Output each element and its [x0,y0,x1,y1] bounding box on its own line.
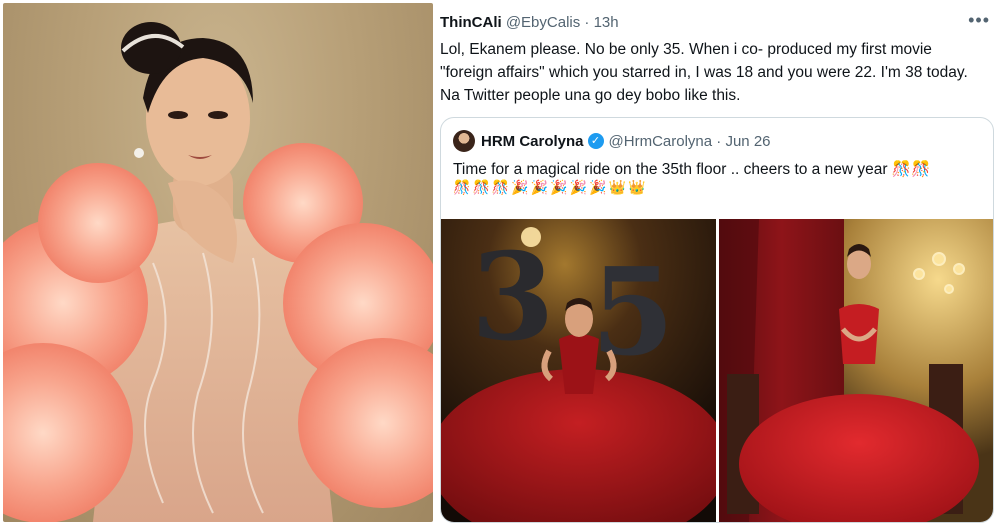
quoted-tweet-card[interactable]: HRM Carolyna ✓ @HrmCarolyna · Jun 26 Tim… [440,117,994,523]
author-name[interactable]: ThinCAli [440,14,502,31]
emoji: 🎉 [511,180,529,196]
separator-dot: · [584,14,590,31]
balloon-number-three: 3 [471,227,555,368]
emoji: 👑 [608,180,626,196]
emoji: 🎊 [491,180,510,196]
emoji: 🎊 [472,180,490,196]
emoji: 🎉 [569,180,588,196]
emoji: 🎊 [453,180,471,196]
emoji: 👑 [627,180,646,196]
portrait-illustration [3,22,433,522]
separator-dot: · [712,132,726,150]
quote-text: Time for a magical ride on the 35th floo… [453,158,983,181]
left-portrait-photo [3,3,433,522]
emoji-row: 🎊 🎊 🎊 🎉 🎉 🎉 🎉 🎉 👑 👑 [453,180,645,196]
quote-author-name[interactable]: HRM Carolyna [481,133,584,150]
quote-header: HRM Carolyna ✓ @HrmCarolyna · Jun 26 [453,130,771,152]
verified-badge-icon: ✓ [587,133,604,149]
balloon-number-five: 5 [591,242,675,383]
emoji: 🎉 [550,180,568,196]
tweet-text: Lol, Ekanem please. No be only 35. When … [440,41,968,104]
red-gown-scene-illustration [719,219,993,522]
tweet-time[interactable]: 13h [594,14,619,31]
avatar[interactable] [453,130,475,152]
emoji: 🎉 [589,180,607,196]
balloon-scene-illustration: 3 5 [441,219,716,522]
quote-text-body: Time for a magical ride on the 35th floo… [453,161,888,178]
tweet-header: ThinCAli @EbyCalis · 13h [440,14,619,31]
quote-text-emojis: 🎊🎊 [891,160,931,178]
more-horizontal-icon[interactable]: ••• [968,10,990,31]
quoted-photo-red-gown[interactable] [719,219,993,522]
tweet[interactable]: ThinCAli @EbyCalis · 13h ••• Lol, Ekanem… [440,0,1000,525]
emoji: 🎉 [530,180,549,196]
quote-author-handle[interactable]: @HrmCarolyna [609,133,713,150]
quoted-photo-balloons[interactable]: 3 5 [441,219,716,522]
author-handle[interactable]: @EbyCalis [506,14,580,31]
quote-date[interactable]: Jun 26 [725,133,770,150]
